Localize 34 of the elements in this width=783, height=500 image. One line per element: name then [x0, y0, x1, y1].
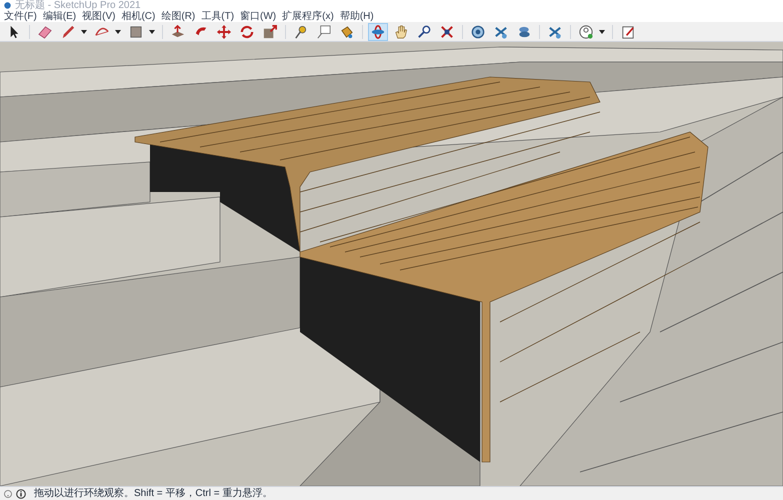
user-account-icon [578, 24, 594, 40]
move-icon [216, 24, 232, 40]
orbit-tool-button[interactable] [368, 22, 388, 40]
menu-item[interactable]: 扩展程序(x) [282, 11, 334, 22]
menu-item[interactable]: 编辑(E) [42, 11, 76, 22]
rotate-icon [239, 24, 255, 40]
menu-item[interactable]: 窗口(W) [240, 11, 276, 22]
menu-item[interactable]: 工具(T) [201, 11, 234, 22]
zoom-icon [416, 24, 432, 40]
caret-icon[interactable] [115, 30, 121, 34]
square-icon [128, 24, 144, 40]
tape-measure-icon [293, 24, 309, 40]
paint-bucket-icon [339, 24, 355, 40]
window-title: 无标题 - SketchUp Pro 2021 [15, 0, 141, 11]
move-tool-button[interactable] [214, 22, 234, 40]
push-pull-icon [170, 24, 186, 40]
menu-item[interactable]: 文件(F) [4, 11, 37, 22]
caret-icon[interactable] [149, 30, 155, 34]
info-icon[interactable] [16, 488, 26, 498]
menu-item[interactable]: 绘图(R) [161, 11, 196, 22]
menu-item[interactable]: 帮助(H) [340, 11, 374, 22]
menu-item[interactable]: 相机(C) [121, 11, 156, 22]
zoom-extents-icon [439, 24, 455, 40]
status-text: 拖动以进行环绕观察。Shift = 平移，Ctrl = 重力悬浮。 [34, 488, 272, 500]
caret-icon[interactable] [599, 30, 605, 34]
caret-icon[interactable] [81, 30, 87, 34]
text-label-icon [316, 24, 332, 40]
edit-icon [620, 24, 636, 40]
help-icon[interactable] [4, 490, 12, 498]
menu-item[interactable]: 视图(V) [82, 11, 116, 22]
hand-icon [393, 24, 409, 40]
scale-icon [262, 24, 278, 40]
app-logo-icon [4, 2, 11, 9]
orbit-icon [370, 24, 386, 40]
